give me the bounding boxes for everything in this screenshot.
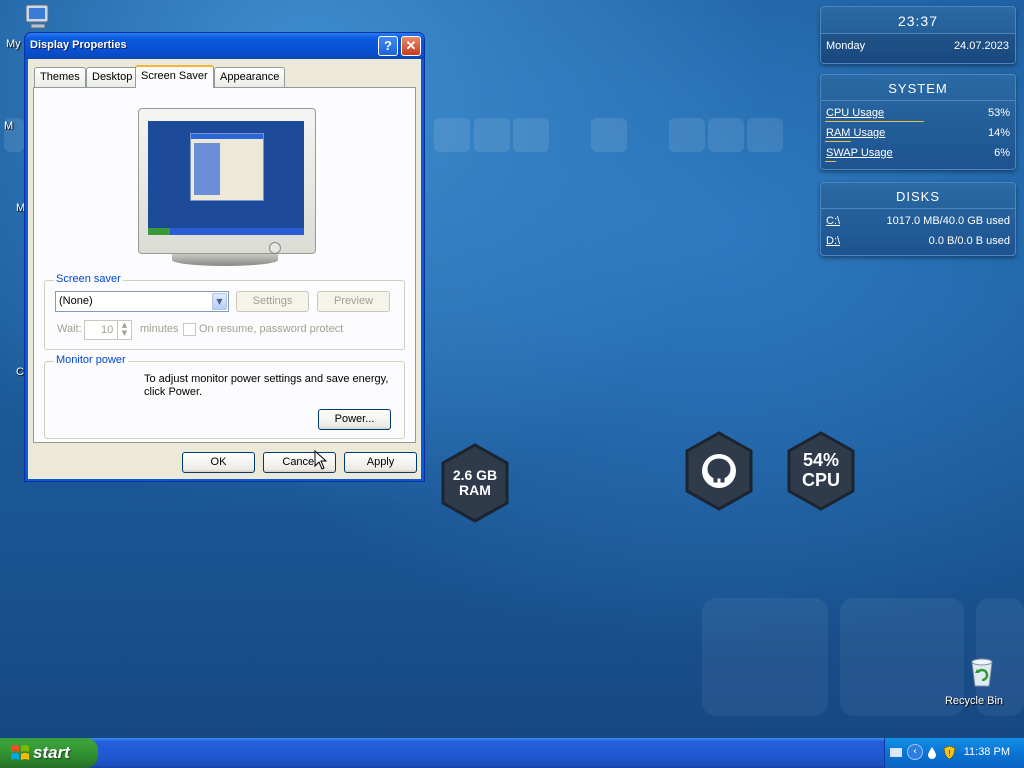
ram-hex-value: 2.6 GB bbox=[452, 466, 498, 483]
password-protect-checkbox[interactable] bbox=[183, 323, 196, 336]
disk-value: 0.0 B/0.0 B used bbox=[928, 235, 1010, 247]
minutes-label: minutes bbox=[140, 323, 179, 335]
monitor-power-group-label: Monitor power bbox=[54, 354, 128, 366]
wait-label: Wait: bbox=[57, 323, 82, 335]
screen-saver-group-label: Screen saver bbox=[54, 273, 123, 285]
ram-usage-bar bbox=[825, 141, 851, 142]
disk-value: 1017.0 MB/40.0 GB used bbox=[886, 215, 1010, 227]
dialog-title: Display Properties bbox=[30, 39, 127, 51]
system-row-ram: RAM Usage 14% bbox=[821, 124, 1015, 144]
desktop-icon-label: Recycle Bin bbox=[944, 695, 1004, 707]
cpu-hex-value: 54% bbox=[802, 450, 840, 471]
settings-button[interactable]: Settings bbox=[236, 291, 309, 312]
spinner-icon[interactable]: ▲ ▼ bbox=[117, 321, 131, 339]
system-widget-title: SYSTEM bbox=[821, 75, 1015, 101]
system-widget: SYSTEM CPU Usage 53% RAM Usage 14% SWAP … bbox=[820, 74, 1016, 170]
tab-themes[interactable]: Themes bbox=[34, 67, 86, 87]
water-drop-icon[interactable] bbox=[927, 746, 937, 763]
widget-date: 24.07.2023 bbox=[953, 40, 1009, 52]
close-button[interactable]: ✕ bbox=[401, 36, 421, 56]
taskbar-clock[interactable]: 11:38 PM bbox=[964, 746, 1010, 758]
clock-widget: 23:37 Monday 24.07.2023 bbox=[820, 6, 1016, 64]
metric-value: 6% bbox=[994, 147, 1010, 159]
monitor-power-description: To adjust monitor power settings and sav… bbox=[144, 373, 389, 385]
disk-label: C:\ bbox=[826, 215, 841, 227]
swap-usage-bar bbox=[825, 161, 836, 162]
dialog-titlebar[interactable]: Display Properties ? ✕ bbox=[25, 33, 424, 59]
display-properties-dialog: Display Properties ? ✕ Themes Desktop Sc… bbox=[24, 32, 425, 482]
disk-row-d: D:\ 0.0 B/0.0 B used bbox=[821, 232, 1015, 252]
preview-button[interactable]: Preview bbox=[317, 291, 390, 312]
screen-saver-select[interactable]: (None) ▼ bbox=[55, 291, 229, 312]
cpu-hex-gauge: 54% CPU bbox=[786, 431, 856, 511]
monitor-preview bbox=[138, 108, 316, 266]
metric-value: 53% bbox=[987, 107, 1010, 119]
security-shield-icon[interactable]: ! bbox=[943, 745, 956, 763]
widget-day: Monday bbox=[826, 40, 866, 52]
tab-screen-saver[interactable]: Screen Saver bbox=[135, 65, 214, 88]
password-protect-label: On resume, password protect bbox=[199, 323, 344, 335]
desktop-icon-recycle-bin[interactable]: Recycle Bin bbox=[942, 656, 1006, 707]
mouse-cursor-icon bbox=[314, 449, 328, 473]
cpu-hex-label: CPU bbox=[801, 470, 840, 490]
ok-button[interactable]: OK bbox=[182, 452, 255, 473]
preview-screen bbox=[148, 121, 304, 235]
widget-time: 23:37 bbox=[897, 13, 939, 29]
close-icon: ✕ bbox=[405, 38, 417, 53]
wait-minutes-stepper[interactable]: 10 ▲ ▼ bbox=[84, 320, 132, 340]
disk-row-c: C:\ 1017.0 MB/40.0 GB used bbox=[821, 212, 1015, 232]
wait-value: 10 bbox=[101, 324, 114, 336]
apply-button[interactable]: Apply bbox=[344, 452, 417, 473]
help-icon: ? bbox=[384, 38, 392, 53]
start-label: start bbox=[33, 743, 70, 762]
desktop-icon-label: C bbox=[16, 366, 24, 378]
system-row-cpu: CPU Usage 53% bbox=[821, 104, 1015, 124]
dialog-client-area: Themes Desktop Screen Saver Appearance S… bbox=[28, 59, 421, 479]
power-button[interactable]: Power... bbox=[318, 409, 391, 430]
system-tray: ‹ ! 11:38 PM bbox=[884, 738, 1024, 768]
system-row-swap: SWAP Usage 6% bbox=[821, 144, 1015, 164]
recycle-bin-icon bbox=[958, 656, 1006, 691]
windows-logo-icon bbox=[10, 744, 30, 765]
disk-label: D:\ bbox=[826, 235, 841, 247]
tab-appearance[interactable]: Appearance bbox=[214, 67, 286, 87]
chevron-down-icon[interactable]: ▼ bbox=[212, 293, 227, 310]
desktop-icon-label: My bbox=[6, 38, 21, 50]
start-button[interactable]: start bbox=[0, 738, 98, 768]
taskbar: start ‹ ! 11:38 PM bbox=[0, 738, 1024, 768]
ram-hex-gauge: 2.6 GB RAM bbox=[440, 443, 510, 523]
desktop-icon-label: M bbox=[4, 120, 14, 132]
disks-widget: DISKS C:\ 1017.0 MB/40.0 GB used D:\ 0.0… bbox=[820, 182, 1016, 256]
svg-text:!: ! bbox=[948, 749, 951, 758]
cpu-usage-bar bbox=[825, 121, 924, 122]
help-button[interactable]: ? bbox=[378, 36, 398, 56]
monitor-power-description: click Power. bbox=[144, 386, 203, 398]
screen-saver-panel: Screen saver (None) ▼ Settings Preview W… bbox=[33, 87, 416, 443]
ram-hex-label: RAM bbox=[459, 482, 491, 498]
metric-value: 14% bbox=[987, 127, 1010, 139]
chevron-left-icon[interactable]: ‹ bbox=[907, 744, 923, 760]
github-hex-button[interactable] bbox=[684, 431, 754, 511]
keyboard-icon[interactable] bbox=[890, 748, 902, 757]
screen-saver-select-value: (None) bbox=[59, 295, 93, 307]
disks-widget-title: DISKS bbox=[821, 183, 1015, 209]
tab-desktop[interactable]: Desktop bbox=[86, 67, 139, 87]
